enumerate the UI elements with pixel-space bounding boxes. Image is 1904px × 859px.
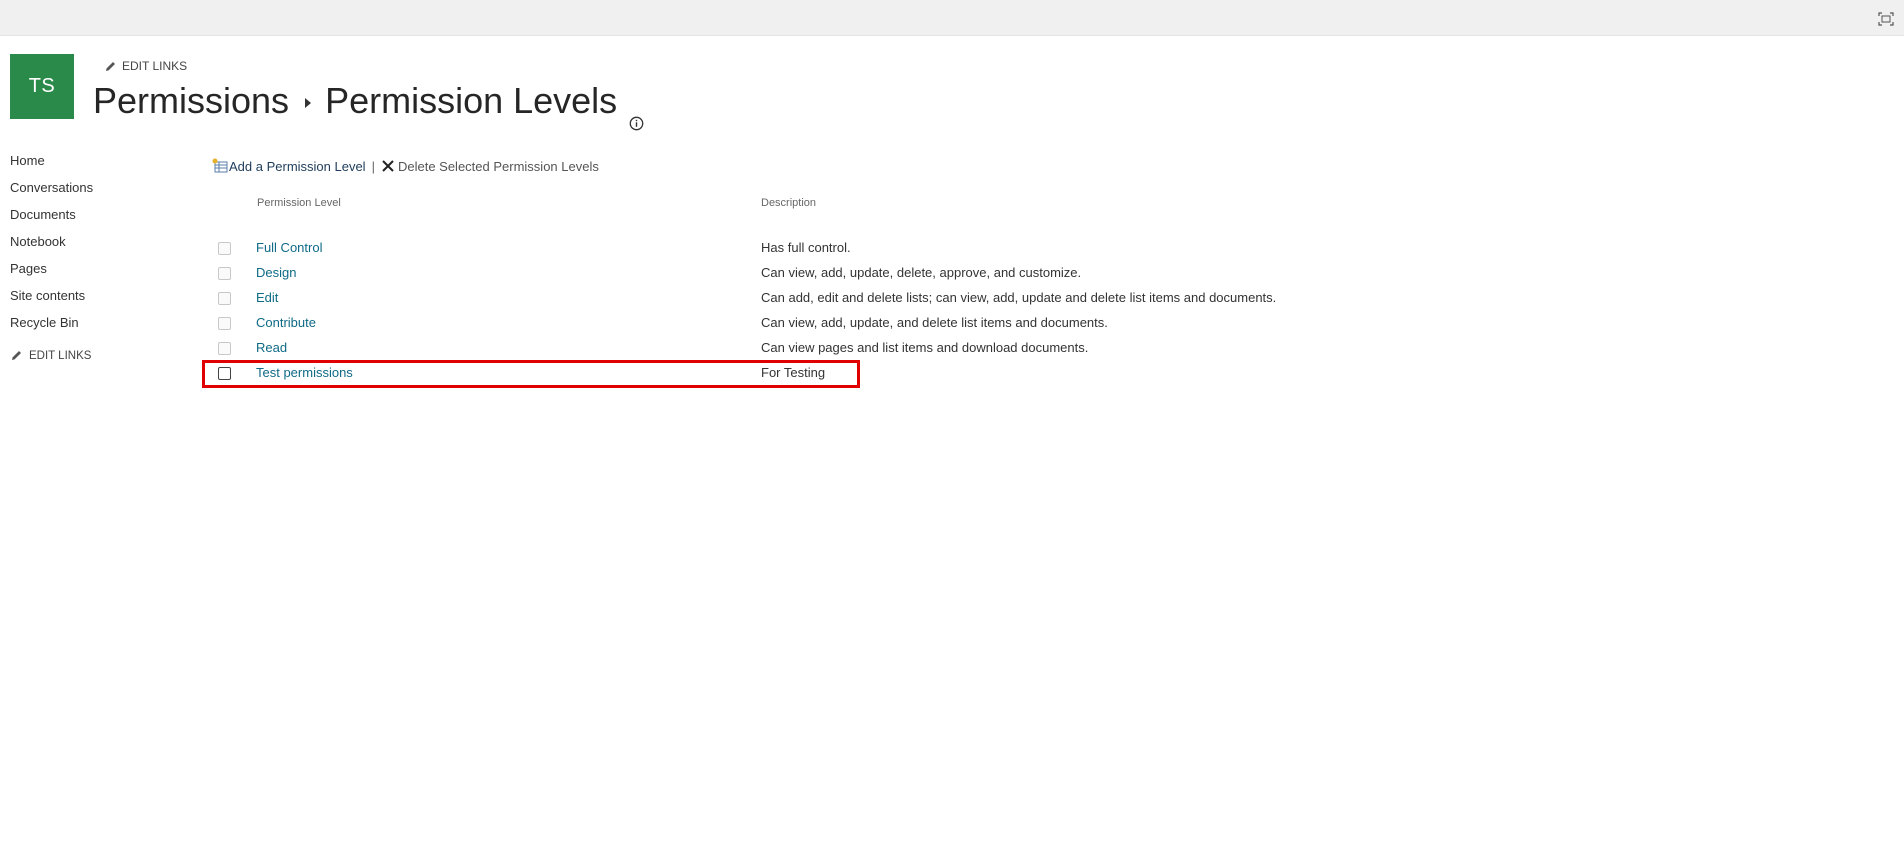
permission-level-link[interactable]: Edit (256, 290, 278, 305)
edit-links-top-label: EDIT LINKS (122, 59, 188, 73)
permission-description: Has full control. (761, 240, 851, 255)
delete-x-icon (382, 160, 394, 172)
nav-item-documents[interactable]: Documents (10, 204, 170, 231)
suite-bar (0, 0, 1904, 36)
table-row: Full Control Has full control. (216, 240, 1296, 262)
row-checkbox[interactable] (218, 367, 231, 380)
permission-level-link[interactable]: Design (256, 265, 296, 280)
site-logo[interactable]: TS (10, 54, 74, 119)
breadcrumb-arrow-icon (305, 98, 312, 108)
table-row: Design Can view, add, update, delete, ap… (216, 265, 1296, 287)
column-header-permission-level[interactable]: Permission Level (257, 197, 341, 209)
permission-description: Can view, add, update, delete, approve, … (761, 265, 1082, 280)
permission-description: For Testing (761, 365, 826, 380)
nav-item-recycle-bin[interactable]: Recycle Bin (10, 312, 170, 339)
site-logo-initials: TS (28, 75, 56, 97)
page-title: Permissions Permission Levels (93, 80, 644, 130)
nav-item-pages[interactable]: Pages (10, 258, 170, 285)
row-checkbox[interactable] (218, 292, 231, 305)
table-row: Test permissions For Testing (216, 365, 1296, 387)
row-checkbox[interactable] (218, 242, 231, 255)
pencil-icon (104, 60, 117, 73)
pencil-icon (10, 349, 23, 362)
nav-item-notebook[interactable]: Notebook (10, 231, 170, 258)
row-checkbox[interactable] (218, 267, 231, 280)
permission-level-link[interactable]: Read (256, 340, 287, 355)
edit-links-top-button[interactable]: EDIT LINKS (104, 59, 187, 73)
page-title-text: Permission Levels (325, 80, 618, 121)
nav-item-site-contents[interactable]: Site contents (10, 285, 170, 312)
permission-toolbar: Add a Permission Level | Delete Selected… (212, 158, 599, 174)
column-header-description[interactable]: Description (761, 197, 816, 209)
permission-description: Can view, add, update, and delete list i… (761, 315, 1108, 330)
nav-item-conversations[interactable]: Conversations (10, 177, 170, 204)
row-checkbox[interactable] (218, 317, 231, 330)
left-navigation: Home Conversations Documents Notebook Pa… (10, 150, 170, 362)
table-row: Read Can view pages and list items and d… (216, 340, 1296, 362)
permission-level-link[interactable]: Test permissions (256, 365, 353, 380)
add-permission-level-icon (212, 158, 228, 173)
delete-permission-levels-button[interactable]: Delete Selected Permission Levels (381, 159, 599, 174)
toolbar-separator: | (371, 158, 375, 174)
delete-permission-levels-label: Delete Selected Permission Levels (397, 158, 599, 174)
focus-on-content-icon[interactable] (1878, 12, 1894, 26)
nav-item-home[interactable]: Home (10, 150, 170, 177)
add-permission-level-button[interactable]: Add a Permission Level (212, 158, 366, 174)
edit-links-nav-button[interactable]: EDIT LINKS (10, 349, 170, 362)
table-row: Contribute Can view, add, update, and de… (216, 315, 1296, 337)
breadcrumb-permissions[interactable]: Permissions (93, 80, 289, 122)
permission-level-link[interactable]: Full Control (256, 240, 322, 255)
permission-description: Can view pages and list items and downlo… (761, 340, 1089, 355)
permission-level-link[interactable]: Contribute (256, 315, 316, 330)
table-row: Edit Can add, edit and delete lists; can… (216, 290, 1296, 312)
row-checkbox[interactable] (218, 342, 231, 355)
add-permission-level-label: Add a Permission Level (229, 158, 366, 174)
info-icon[interactable] (629, 98, 644, 130)
permission-description: Can add, edit and delete lists; can view… (761, 290, 1277, 305)
edit-links-nav-label: EDIT LINKS (29, 349, 92, 362)
